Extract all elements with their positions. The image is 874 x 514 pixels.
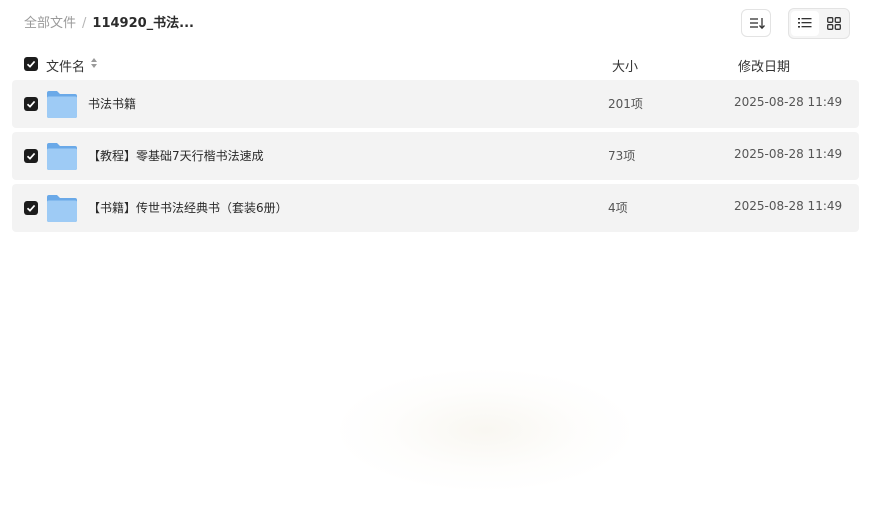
file-row[interactable]: 书法书籍 201项 2025-08-28 11:49	[12, 80, 859, 128]
top-bar: 全部文件 / 114920_书法...	[0, 0, 874, 48]
checkmark-icon	[26, 152, 36, 160]
sort-toggle-icon[interactable]	[90, 57, 98, 69]
sort-descending-icon	[750, 18, 765, 30]
view-toggle	[788, 8, 850, 39]
folder-icon	[47, 195, 77, 222]
breadcrumb-current: 114920_书法...	[92, 16, 194, 31]
row-checkbox[interactable]	[24, 201, 38, 215]
column-header-date: 修改日期	[738, 60, 791, 75]
file-row[interactable]: 【书籍】传世书法经典书（套装6册） 4项 2025-08-28 11:49	[12, 184, 859, 232]
column-header-name[interactable]: 文件名	[46, 56, 85, 75]
file-name[interactable]: 【书籍】传世书法经典书（套装6册）	[88, 199, 288, 216]
list-view-icon	[798, 18, 812, 28]
file-size: 4项	[608, 201, 628, 215]
file-date: 2025-08-28 11:49	[734, 199, 843, 213]
folder-icon	[47, 143, 77, 170]
file-name[interactable]: 【教程】零基础7天行楷书法速成	[88, 147, 264, 164]
file-name[interactable]: 书法书籍	[88, 95, 136, 112]
grid-view-button[interactable]	[820, 11, 848, 36]
breadcrumb-root-link[interactable]: 全部文件	[24, 16, 76, 31]
file-size: 201项	[608, 97, 643, 111]
file-row[interactable]: 【教程】零基础7天行楷书法速成 73项 2025-08-28 11:49	[12, 132, 859, 180]
folder-icon	[47, 91, 77, 118]
sort-button[interactable]	[741, 9, 771, 37]
breadcrumb-separator: /	[82, 16, 87, 31]
checkmark-icon	[26, 60, 36, 68]
table-header: 文件名 大小 修改日期	[0, 48, 874, 80]
file-date: 2025-08-28 11:49	[734, 147, 843, 161]
file-size: 73项	[608, 149, 636, 163]
grid-view-icon	[827, 17, 841, 30]
checkmark-icon	[26, 100, 36, 108]
background-glow	[340, 370, 630, 490]
breadcrumb: 全部文件 / 114920_书法...	[24, 15, 194, 33]
select-all-checkbox[interactable]	[24, 57, 38, 71]
row-checkbox[interactable]	[24, 149, 38, 163]
list-view-button[interactable]	[791, 11, 819, 36]
checkmark-icon	[26, 204, 36, 212]
row-checkbox[interactable]	[24, 97, 38, 111]
file-date: 2025-08-28 11:49	[734, 95, 843, 109]
column-header-size: 大小	[612, 60, 639, 75]
